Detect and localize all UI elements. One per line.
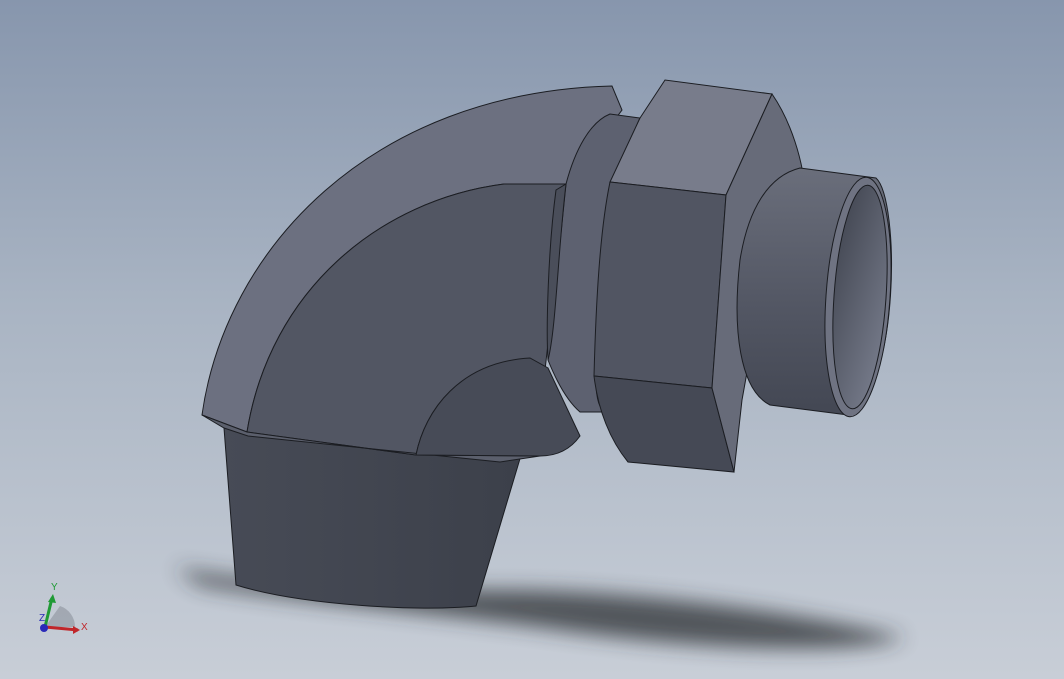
triad-z-axis	[40, 624, 48, 632]
hex-nut-front-face	[593, 181, 727, 389]
triad-z-label: Z	[39, 613, 46, 624]
coordinate-triad	[40, 594, 80, 634]
model-view[interactable]	[0, 0, 1064, 679]
triad-x-label: X	[81, 622, 88, 633]
triad-y-arrowhead	[48, 594, 56, 603]
triad-x-arrowhead	[73, 626, 80, 634]
triad-y-label: Y	[51, 582, 58, 593]
graphics-viewport[interactable]: Y X Z	[0, 0, 1064, 679]
